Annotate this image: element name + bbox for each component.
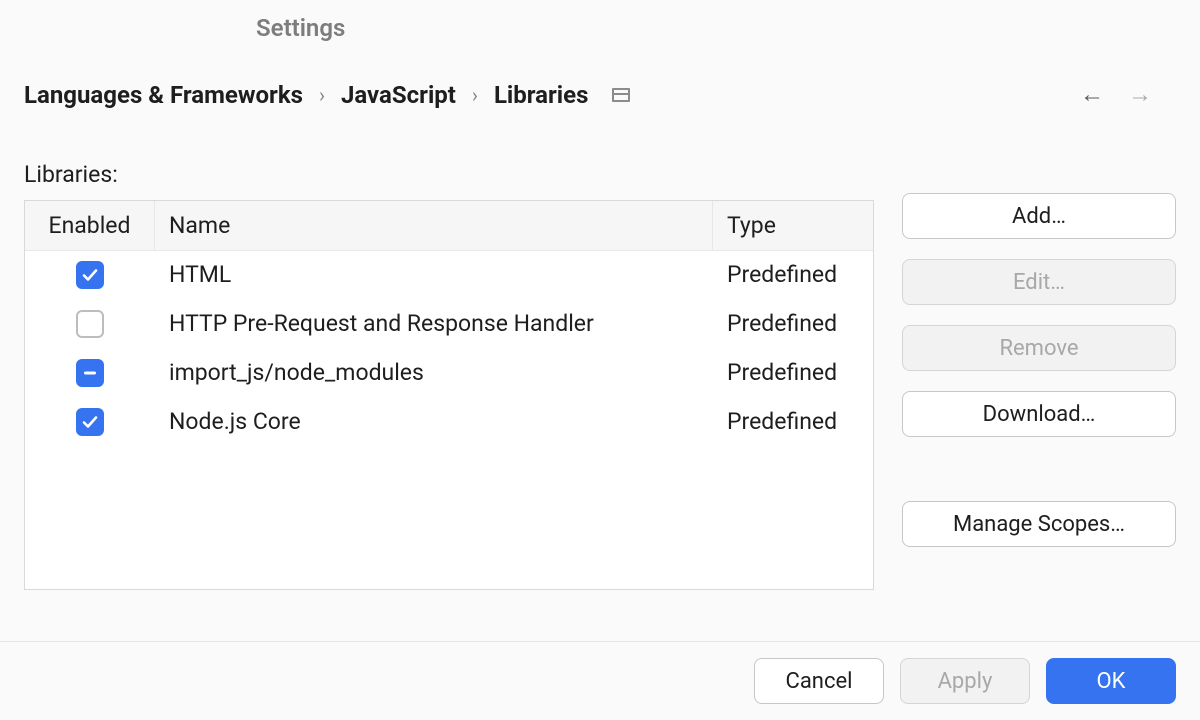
- ok-button[interactable]: OK: [1046, 658, 1176, 704]
- breadcrumb-row: Languages & Frameworks › JavaScript › Li…: [0, 42, 1200, 109]
- edit-button: Edit…: [902, 259, 1176, 305]
- apply-button: Apply: [900, 658, 1030, 704]
- breadcrumb: Languages & Frameworks › JavaScript › Li…: [24, 81, 1080, 109]
- forward-arrow-icon: →: [1128, 80, 1152, 109]
- breadcrumb-level3: Libraries: [494, 81, 589, 109]
- dialog-footer: Cancel Apply OK: [0, 641, 1200, 720]
- chevron-right-icon: ›: [319, 83, 325, 107]
- cell-enabled: [25, 300, 155, 348]
- cell-name: Node.js Core: [155, 398, 713, 446]
- enabled-checkbox[interactable]: [76, 261, 104, 289]
- cell-enabled: [25, 251, 155, 299]
- remove-button: Remove: [902, 325, 1176, 371]
- libraries-table: Enabled Name Type HTMLPredefinedHTTP Pre…: [24, 200, 874, 590]
- enabled-checkbox[interactable]: [76, 408, 104, 436]
- column-type[interactable]: Type: [713, 201, 873, 250]
- cell-name: HTML: [155, 251, 713, 299]
- cell-type: Predefined: [713, 251, 873, 299]
- cell-name: HTTP Pre-Request and Response Handler: [155, 300, 713, 348]
- breadcrumb-level1[interactable]: Languages & Frameworks: [24, 81, 303, 109]
- nav-arrows: ← →: [1080, 80, 1176, 109]
- chevron-right-icon: ›: [472, 83, 478, 107]
- minimap-icon[interactable]: [612, 88, 630, 102]
- manage-scopes-button[interactable]: Manage Scopes…: [902, 501, 1176, 547]
- cell-name: import_js/node_modules: [155, 349, 713, 397]
- enabled-checkbox[interactable]: [76, 359, 104, 387]
- cell-enabled: [25, 398, 155, 446]
- enabled-checkbox[interactable]: [76, 310, 104, 338]
- cell-type: Predefined: [713, 349, 873, 397]
- table-row[interactable]: HTMLPredefined: [25, 251, 873, 300]
- column-enabled[interactable]: Enabled: [25, 201, 155, 250]
- table-row[interactable]: HTTP Pre-Request and Response HandlerPre…: [25, 300, 873, 349]
- column-name[interactable]: Name: [155, 201, 713, 250]
- cell-enabled: [25, 349, 155, 397]
- table-row[interactable]: Node.js CorePredefined: [25, 398, 873, 447]
- cancel-button[interactable]: Cancel: [754, 658, 884, 704]
- add-button[interactable]: Add…: [902, 193, 1176, 239]
- download-button[interactable]: Download…: [902, 391, 1176, 437]
- table-header: Enabled Name Type: [25, 201, 873, 251]
- libraries-label: Libraries:: [24, 161, 874, 188]
- breadcrumb-level2[interactable]: JavaScript: [341, 81, 456, 109]
- settings-title: Settings: [0, 0, 1200, 42]
- cell-type: Predefined: [713, 398, 873, 446]
- back-arrow-icon[interactable]: ←: [1080, 80, 1104, 109]
- table-row[interactable]: import_js/node_modulesPredefined: [25, 349, 873, 398]
- cell-type: Predefined: [713, 300, 873, 348]
